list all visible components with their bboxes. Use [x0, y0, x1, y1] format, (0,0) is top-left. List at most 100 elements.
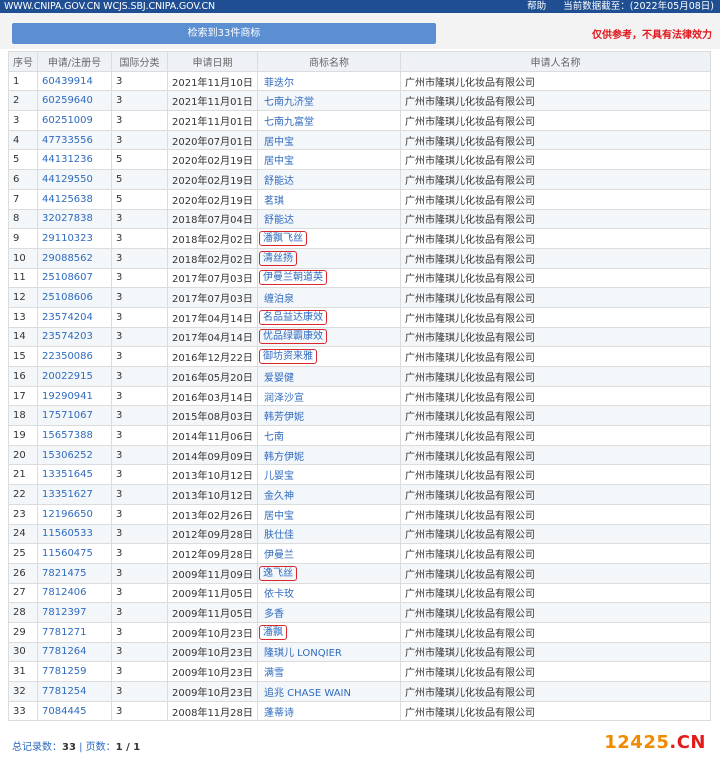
registration-number-link[interactable]: 60251009 — [37, 110, 112, 131]
trademark-name-cell[interactable]: 清丝扬 — [257, 247, 401, 269]
trademark-name-cell[interactable]: 润泽沙宣 — [257, 385, 401, 407]
registration-number-link[interactable]: 44131236 — [37, 149, 112, 171]
trademark-name-link[interactable]: 多香 — [262, 605, 286, 620]
trademark-name-cell[interactable]: 菲迭尔 — [257, 70, 401, 92]
table-row[interactable]: 11 25108607 3 2017年07月03日 伊曼兰朝道英 广州市隆琪儿化妆品有限公… — [8, 267, 711, 289]
trademark-name-link[interactable]: 依卡玫 — [262, 585, 296, 600]
trademark-name-cell[interactable]: 金久神 — [257, 484, 401, 505]
trademark-name-link[interactable]: 伊曼兰 — [262, 546, 296, 561]
trademark-name-highlighted[interactable]: 御坊资来雅 — [259, 349, 317, 365]
registration-number-link[interactable]: 23574204 — [37, 306, 112, 328]
trademark-name-cell[interactable]: 依卡玫 — [257, 582, 401, 604]
table-row[interactable]: 30 7781264 3 2009年10月23日 隆琪儿 LONQIER 广州市隆琪儿化妆… — [8, 641, 711, 663]
registration-number-link[interactable]: 7781254 — [37, 681, 112, 702]
site-domains[interactable]: WWW.CNIPA.GOV.CN WCJS.SBJ.CNIPA.GOV.CN — [4, 0, 215, 13]
registration-number-link[interactable]: 25108606 — [37, 287, 112, 308]
trademark-name-cell[interactable]: 满雪 — [257, 661, 401, 682]
trademark-name-cell[interactable]: 茗琪 — [257, 188, 401, 210]
registration-number-link[interactable]: 15306252 — [37, 444, 112, 466]
trademark-name-cell[interactable]: 优品绿霸康效 — [257, 326, 401, 348]
table-row[interactable]: 16 20022915 3 2016年05月20日 爱婴健 广州市隆琪儿化妆品有限公司 — [8, 366, 711, 387]
trademark-name-cell[interactable]: 名品益达康效 — [257, 306, 401, 328]
table-row[interactable]: 28 7812397 3 2009年11月05日 多香 广州市隆琪儿化妆品有限公司 — [8, 602, 711, 623]
trademark-name-cell[interactable]: 儿婴宝 — [257, 464, 401, 486]
registration-number-link[interactable]: 7781259 — [37, 661, 112, 682]
trademark-name-link[interactable]: 爱婴健 — [262, 369, 296, 384]
trademark-name-cell[interactable]: 七南九富堂 — [257, 110, 401, 131]
trademark-name-cell[interactable]: 追兆 CHASE WAIN — [257, 681, 401, 702]
registration-number-link[interactable]: 7781264 — [37, 641, 112, 663]
table-row[interactable]: 26 7821475 3 2009年11月09日 逸飞丝 广州市隆琪儿化妆品有限公司 — [8, 562, 711, 584]
registration-number-link[interactable]: 47733556 — [37, 129, 112, 151]
trademark-name-cell[interactable]: 爱婴健 — [257, 366, 401, 387]
registration-number-link[interactable]: 7084445 — [37, 700, 112, 722]
trademark-name-link[interactable]: 金久神 — [262, 487, 296, 502]
trademark-name-cell[interactable]: 逸飞丝 — [257, 562, 401, 584]
registration-number-link[interactable]: 44129550 — [37, 169, 112, 190]
trademark-name-cell[interactable]: 肤仕佳 — [257, 523, 401, 545]
table-row[interactable]: 19 15657388 3 2014年11月06日 七南 广州市隆琪儿化妆品有限公司 — [8, 425, 711, 446]
trademark-name-highlighted[interactable]: 逸飞丝 — [259, 565, 297, 581]
trademark-name-cell[interactable]: 七南 — [257, 425, 401, 446]
trademark-name-cell[interactable]: 居中宝 — [257, 503, 401, 525]
trademark-name-cell[interactable]: 七南九济堂 — [257, 90, 401, 112]
registration-number-link[interactable]: 60259640 — [37, 90, 112, 112]
trademark-name-link[interactable]: 居中宝 — [262, 133, 296, 148]
table-row[interactable]: 20 15306252 3 2014年09月09日 韩方伊妮 广州市隆琪儿化妆品有限公司 — [8, 444, 711, 466]
table-row[interactable]: 7 44125638 5 2020年02月19日 茗琪 广州市隆琪儿化妆品有限公司 — [8, 188, 711, 210]
registration-number-link[interactable]: 20022915 — [37, 366, 112, 387]
table-row[interactable]: 32 7781254 3 2009年10月23日 追兆 CHASE WAIN 广州市隆琪儿… — [8, 681, 711, 702]
trademark-name-cell[interactable]: 伊曼兰 — [257, 543, 401, 564]
trademark-name-cell[interactable]: 缠泊泉 — [257, 287, 401, 308]
trademark-name-cell[interactable]: 蓬蒂诗 — [257, 700, 401, 722]
trademark-name-link[interactable]: 追兆 CHASE WAIN — [262, 684, 353, 699]
table-row[interactable]: 25 11560475 3 2012年09月28日 伊曼兰 广州市隆琪儿化妆品有限公司 — [8, 543, 711, 564]
help-link[interactable]: 帮助 — [527, 1, 546, 12]
trademark-name-link[interactable]: 七南九富堂 — [262, 113, 316, 128]
trademark-name-link[interactable]: 隆琪儿 LONQIER — [262, 644, 344, 659]
trademark-name-highlighted[interactable]: 潘飘 — [259, 624, 287, 640]
registration-number-link[interactable]: 19290941 — [37, 385, 112, 407]
registration-number-link[interactable]: 29110323 — [37, 228, 112, 249]
registration-number-link[interactable]: 12196650 — [37, 503, 112, 525]
table-row[interactable]: 10 29088562 3 2018年02月02日 清丝扬 广州市隆琪儿化妆品有限公司 — [8, 247, 711, 269]
trademark-name-link[interactable]: 茗琪 — [262, 192, 286, 207]
trademark-name-link[interactable]: 润泽沙宣 — [262, 389, 306, 404]
trademark-name-highlighted[interactable]: 名品益达康效 — [259, 309, 327, 325]
trademark-name-link[interactable]: 居中宝 — [262, 152, 296, 167]
registration-number-link[interactable]: 11560533 — [37, 523, 112, 545]
registration-number-link[interactable]: 32027838 — [37, 208, 112, 230]
trademark-name-link[interactable]: 缠泊泉 — [262, 290, 296, 305]
trademark-name-link[interactable]: 七南九济堂 — [262, 93, 316, 108]
trademark-name-cell[interactable]: 舒能达 — [257, 169, 401, 190]
registration-number-link[interactable]: 7812406 — [37, 582, 112, 604]
table-row[interactable]: 12 25108606 3 2017年07月03日 缠泊泉 广州市隆琪儿化妆品有限公司 — [8, 287, 711, 308]
trademark-name-cell[interactable]: 韩方伊妮 — [257, 444, 401, 466]
table-row[interactable]: 15 22350086 3 2016年12月22日 御坊资来雅 广州市隆琪儿化妆品有限公司 — [8, 346, 711, 367]
table-row[interactable]: 2 60259640 3 2021年11月01日 七南九济堂 广州市隆琪儿化妆品有限公司 — [8, 90, 711, 112]
trademark-name-link[interactable]: 七南 — [262, 428, 286, 443]
table-row[interactable]: 29 7781271 3 2009年10月23日 潘飘 广州市隆琪儿化妆品有限公司 — [8, 621, 711, 643]
table-row[interactable]: 14 23574203 3 2017年04月14日 优品绿霸康效 广州市隆琪儿化妆品有限公… — [8, 326, 711, 348]
trademark-name-cell[interactable]: 舒能达 — [257, 208, 401, 230]
trademark-name-link[interactable]: 韩芳伊妮 — [262, 408, 306, 423]
trademark-name-cell[interactable]: 居中宝 — [257, 149, 401, 171]
trademark-name-highlighted[interactable]: 优品绿霸康效 — [259, 329, 327, 345]
table-row[interactable]: 5 44131236 5 2020年02月19日 居中宝 广州市隆琪儿化妆品有限公司 — [8, 149, 711, 171]
table-row[interactable]: 3 60251009 3 2021年11月01日 七南九富堂 广州市隆琪儿化妆品有限公司 — [8, 110, 711, 131]
registration-number-link[interactable]: 7781271 — [37, 621, 112, 643]
table-row[interactable]: 21 13351645 3 2013年10月12日 儿婴宝 广州市隆琪儿化妆品有限公司 — [8, 464, 711, 486]
registration-number-link[interactable]: 15657388 — [37, 425, 112, 446]
trademark-name-highlighted[interactable]: 清丝扬 — [259, 250, 297, 266]
table-row[interactable]: 1 60439914 3 2021年11月10日 菲迭尔 广州市隆琪儿化妆品有限公司 — [8, 70, 711, 92]
trademark-name-link[interactable]: 韩方伊妮 — [262, 448, 306, 463]
registration-number-link[interactable]: 7821475 — [37, 562, 112, 584]
trademark-name-link[interactable]: 满雪 — [262, 664, 286, 679]
table-row[interactable]: 8 32027838 3 2018年07月04日 舒能达 广州市隆琪儿化妆品有限公司 — [8, 208, 711, 230]
table-row[interactable]: 24 11560533 3 2012年09月28日 肤仕佳 广州市隆琪儿化妆品有限公司 — [8, 523, 711, 545]
trademark-name-link[interactable]: 儿婴宝 — [262, 467, 296, 482]
table-row[interactable]: 4 47733556 3 2020年07月01日 居中宝 广州市隆琪儿化妆品有限公司 — [8, 129, 711, 151]
registration-number-link[interactable]: 22350086 — [37, 346, 112, 367]
trademark-name-link[interactable]: 菲迭尔 — [262, 74, 296, 89]
trademark-name-link[interactable]: 舒能达 — [262, 211, 296, 226]
